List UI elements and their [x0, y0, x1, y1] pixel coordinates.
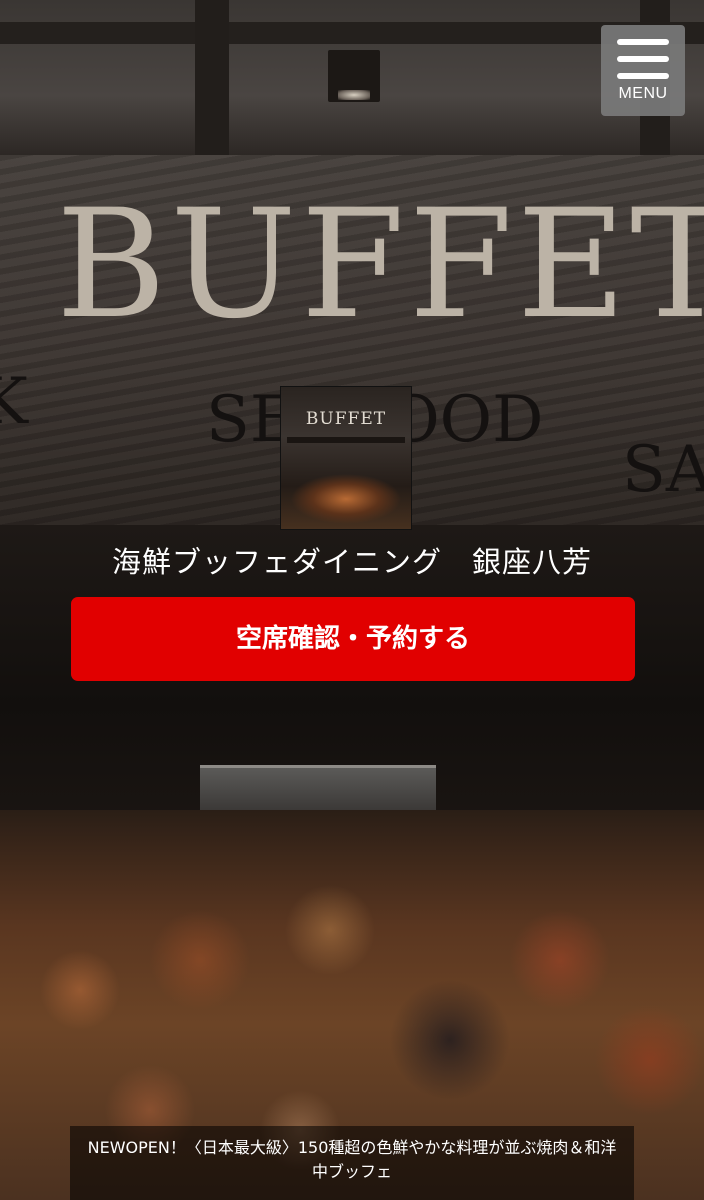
news-link[interactable]: NEWOPEN！〈日本最大級〉150種超の色鮮やかな料理が並ぶ焼肉＆和洋中ブッフ…	[86, 1136, 618, 1184]
page: BUFFET SEAFOOD K SA MENU BUFFET 海鮮ブッフェダイ…	[0, 0, 704, 1200]
hamburger-icon	[617, 39, 669, 81]
sign-arrow: K	[0, 365, 28, 439]
reserve-button[interactable]: 空席確認・予約する	[71, 597, 635, 681]
news-bar: NEWOPEN！〈日本最大級〉150種超の色鮮やかな料理が並ぶ焼肉＆和洋中ブッフ…	[70, 1126, 634, 1200]
sign-title: BUFFET	[56, 178, 704, 352]
sign-subtitle-right: SA	[622, 433, 704, 507]
logo-text: BUFFET	[305, 409, 387, 429]
restaurant-logo[interactable]: BUFFET	[280, 386, 412, 530]
restaurant-name: 海鮮ブッフェダイニング 銀座八芳	[111, 545, 592, 579]
menu-label: MENU	[618, 85, 668, 102]
logo-band	[287, 437, 405, 443]
menu-button[interactable]: MENU	[601, 25, 685, 116]
background-beam	[0, 22, 704, 44]
ceiling-light	[328, 50, 380, 102]
background-beam	[195, 0, 229, 160]
